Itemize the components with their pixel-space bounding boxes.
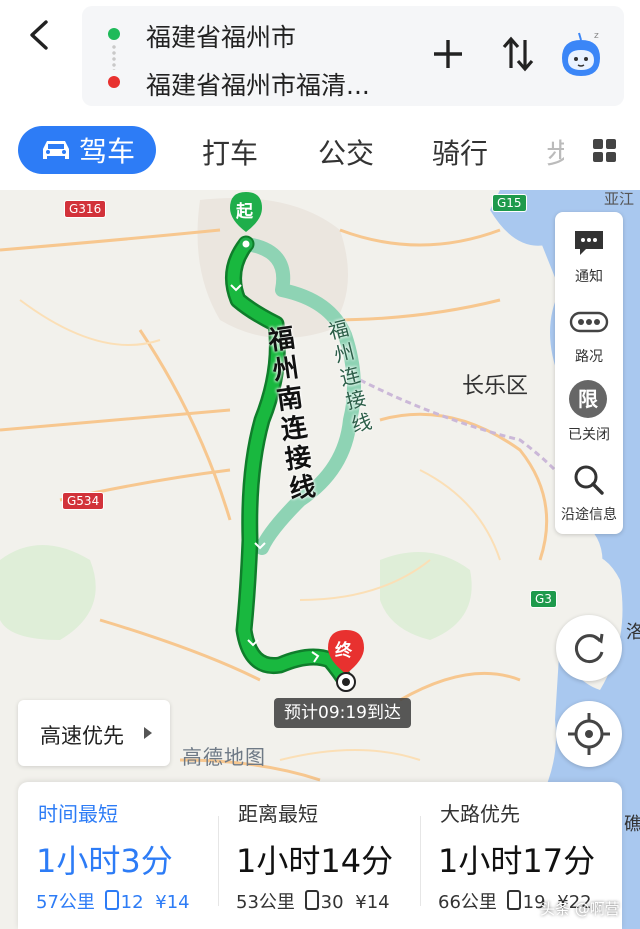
road-shield-g3: G3 [530, 590, 557, 608]
caret-right-icon [144, 727, 152, 739]
map-watermark: 高德地图 [182, 745, 266, 769]
refresh-icon [574, 633, 604, 664]
connector-dots [112, 44, 116, 70]
add-waypoint-icon[interactable] [426, 30, 470, 78]
map-edge-label: 礁 [624, 814, 640, 835]
route-preference-label: 高速优先 [40, 724, 124, 748]
tab-bus[interactable]: 公交 [318, 132, 374, 172]
destination-dot-icon [108, 76, 120, 88]
route-option-shortest[interactable]: 距离最短 1小时14分 53公里 30 ¥14 [218, 782, 418, 929]
route-option-meta: 53公里 30 ¥14 [236, 890, 390, 913]
assistant-avatar-icon[interactable]: z [556, 28, 606, 80]
origin-input[interactable]: 福建省福州市 [146, 18, 296, 54]
traffic-light-icon [104, 890, 119, 910]
origin-dot-icon [108, 28, 120, 40]
route-option-meta: 57公里 12 ¥14 [36, 890, 190, 913]
traffic-button[interactable]: 路况 [555, 298, 623, 378]
route-option-name: 时间最短 [38, 802, 118, 826]
locate-button[interactable] [556, 701, 622, 767]
notice-button[interactable]: 通知 [555, 218, 623, 298]
route-options-card: 时间最短 1小时3分 57公里 12 ¥14 距离最短 1小时14分 53公里 … [18, 782, 622, 929]
map-edge-label: 亚江 [604, 190, 635, 208]
map-edge-label: 洛 [626, 622, 640, 643]
more-grid-icon[interactable] [592, 138, 618, 164]
restriction-label: 已关闭 [568, 427, 610, 443]
route-option-fastest[interactable]: 时间最短 1小时3分 57公里 12 ¥14 [18, 782, 218, 929]
restriction-icon: 限 [569, 380, 607, 418]
travel-mode-tabs: 驾车 打车 公交 骑行 步 [0, 120, 640, 182]
road-shield-g316: G316 [64, 200, 107, 218]
traffic-label: 路况 [575, 349, 603, 365]
refresh-button[interactable] [556, 615, 622, 681]
map-tools-panel: 通知 路况 限 已关闭 沿途信息 [555, 212, 623, 534]
route-option-time: 1小时17分 [438, 842, 596, 880]
car-icon [42, 141, 69, 159]
route-option-time: 1小时14分 [236, 842, 394, 880]
route-option-name: 大路优先 [440, 802, 520, 826]
svg-text:z: z [594, 31, 599, 41]
start-marker[interactable]: 起 [226, 190, 266, 251]
destination-input[interactable]: 福建省福州市福清... [146, 66, 370, 102]
end-marker[interactable]: 终 [324, 628, 368, 694]
tab-taxi[interactable]: 打车 [202, 132, 258, 172]
along-route-button[interactable]: 沿途信息 [555, 456, 623, 536]
start-marker-label: 起 [236, 202, 253, 222]
back-arrow-icon[interactable] [24, 18, 56, 52]
notice-label: 通知 [575, 269, 603, 285]
road-shield-g15: G15 [492, 194, 527, 212]
locate-icon [568, 713, 610, 755]
tab-bike[interactable]: 骑行 [432, 132, 488, 172]
address-panel: 福建省福州市 福建省福州市福清... [82, 6, 624, 106]
search-icon [574, 465, 604, 495]
end-marker-label: 终 [335, 641, 352, 661]
along-route-label: 沿途信息 [561, 507, 617, 523]
message-icon [575, 231, 603, 255]
route-option-name: 距离最短 [238, 802, 318, 826]
traffic-light-icon [304, 890, 319, 910]
eta-label: 预计09:19到达 [274, 698, 411, 728]
route-header: 福建省福州市 福建省福州市福清... z 驾车 打车 公交 骑行 步 [0, 0, 640, 190]
tab-label: 驾车 [78, 135, 135, 168]
traffic-icon [569, 311, 609, 333]
route-preference-button[interactable]: 高速优先 [18, 700, 170, 766]
swap-icon[interactable] [496, 30, 540, 78]
restriction-button[interactable]: 限 已关闭 [555, 376, 623, 456]
district-label: 长乐区 [462, 374, 529, 399]
route-option-time: 1小时3分 [36, 842, 173, 880]
road-shield-g534: G534 [62, 492, 105, 510]
tab-walk[interactable]: 步 [546, 132, 564, 172]
source-credit: 头条 @啊营 [540, 900, 620, 918]
tab-drive[interactable]: 驾车 [18, 126, 156, 174]
traffic-light-icon [506, 890, 521, 910]
